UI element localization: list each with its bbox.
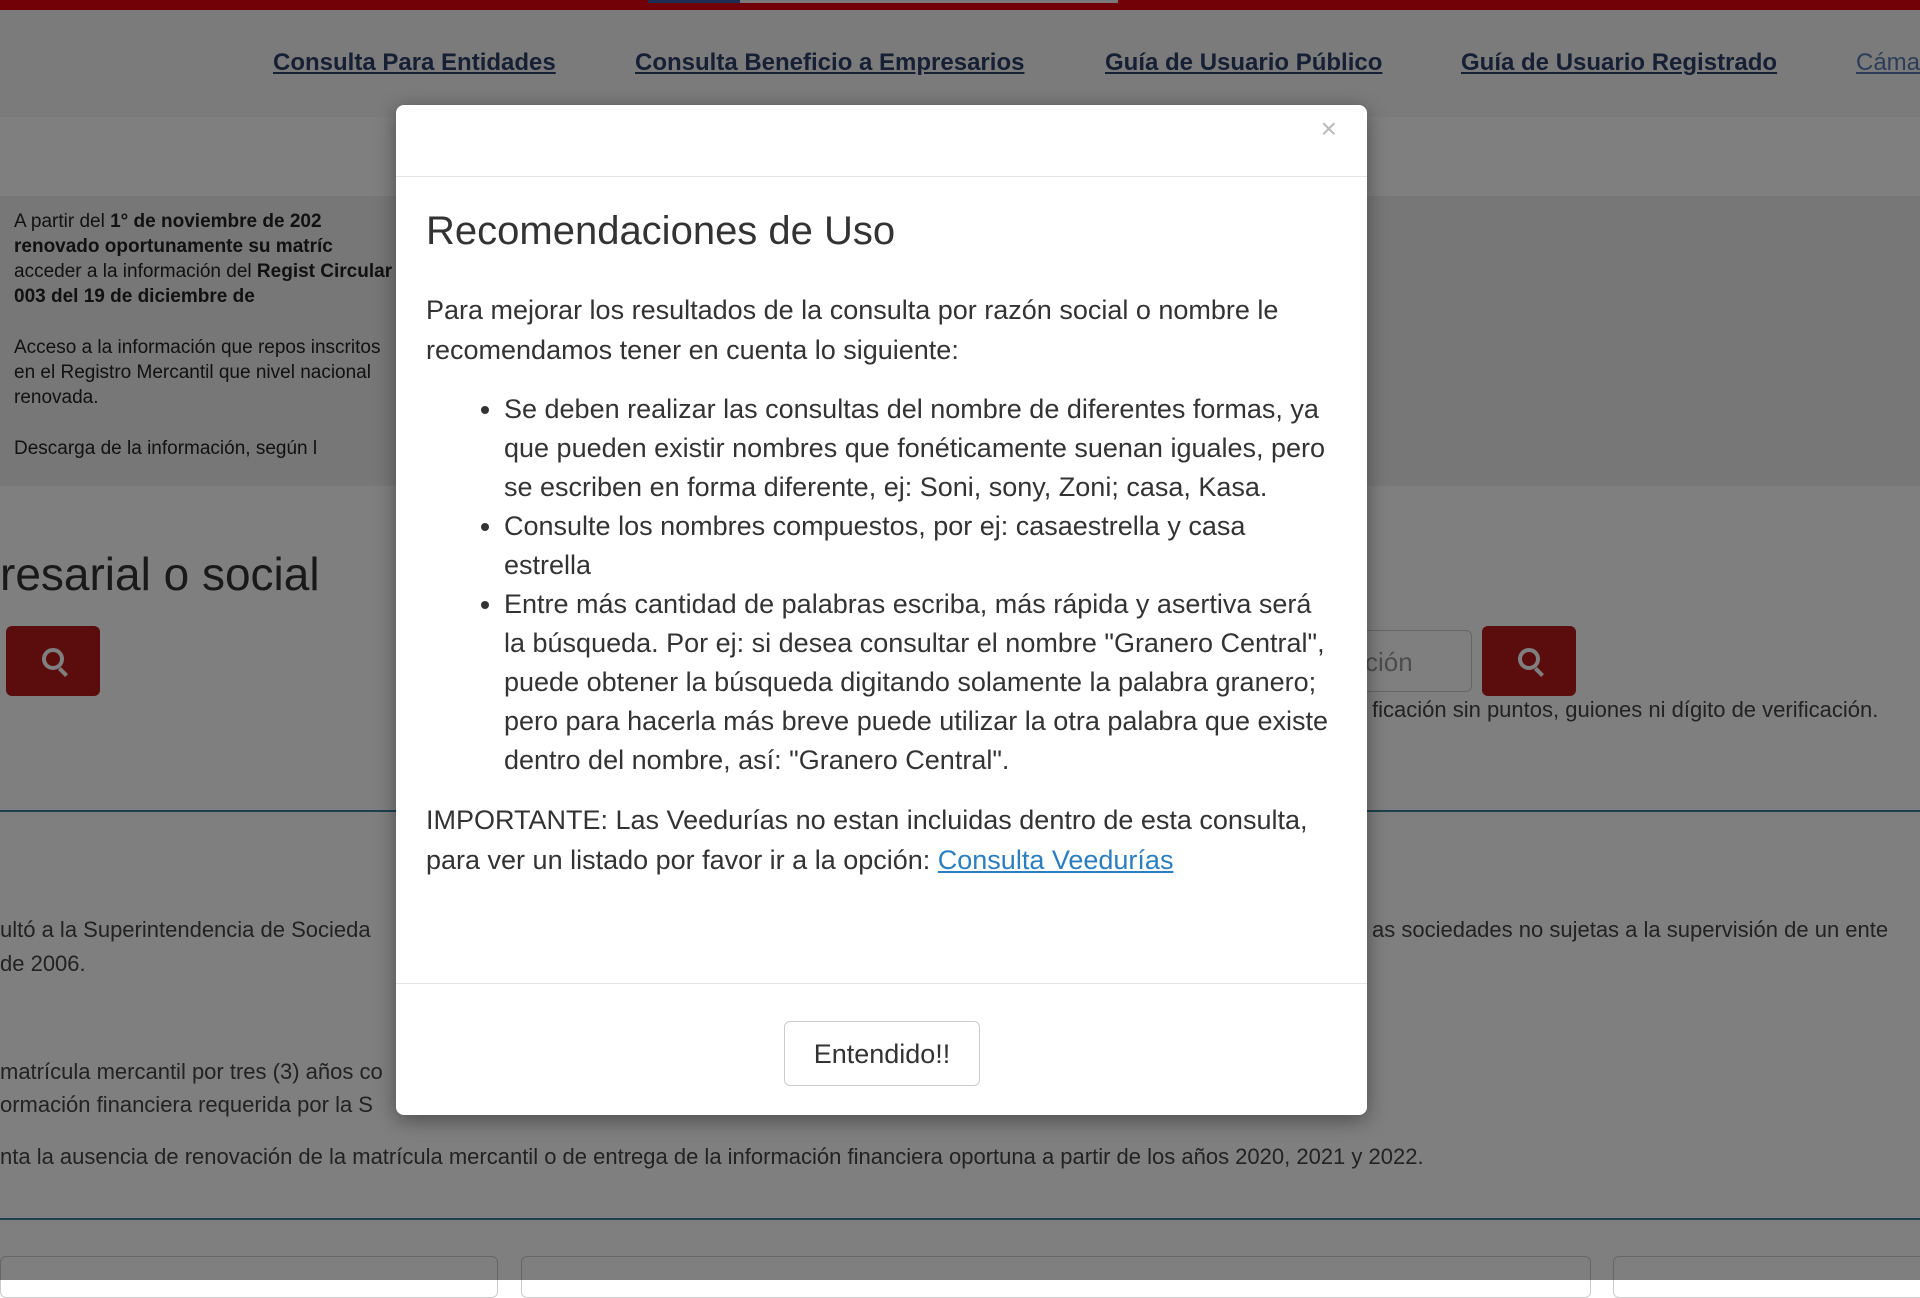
important-text: IMPORTANTE: Las Veedurías no estan inclu… — [426, 805, 1308, 875]
list-item: Consulte los nombres compuestos, por ej:… — [504, 507, 1337, 585]
modal-title: Recomendaciones de Uso — [426, 209, 896, 253]
modal-body: Recomendaciones de Uso Para mejorar los … — [396, 177, 1367, 880]
modal-header: × — [396, 105, 1367, 177]
understood-button[interactable]: Entendido!! — [784, 1021, 980, 1086]
modal-important: IMPORTANTE: Las Veedurías no estan inclu… — [426, 800, 1337, 880]
close-icon[interactable]: × — [1321, 113, 1337, 145]
list-item: Entre más cantidad de palabras escriba, … — [504, 585, 1337, 780]
list-item: Se deben realizar las consultas del nomb… — [504, 390, 1337, 507]
modal-footer: Entendido!! — [396, 983, 1367, 1115]
consulta-veedurias-link[interactable]: Consulta Veedurías — [938, 845, 1174, 875]
recommendations-modal: × Recomendaciones de Uso Para mejorar lo… — [396, 105, 1367, 1115]
recommendations-list: Se deben realizar las consultas del nomb… — [426, 390, 1337, 780]
modal-intro: Para mejorar los resultados de la consul… — [426, 295, 1279, 365]
